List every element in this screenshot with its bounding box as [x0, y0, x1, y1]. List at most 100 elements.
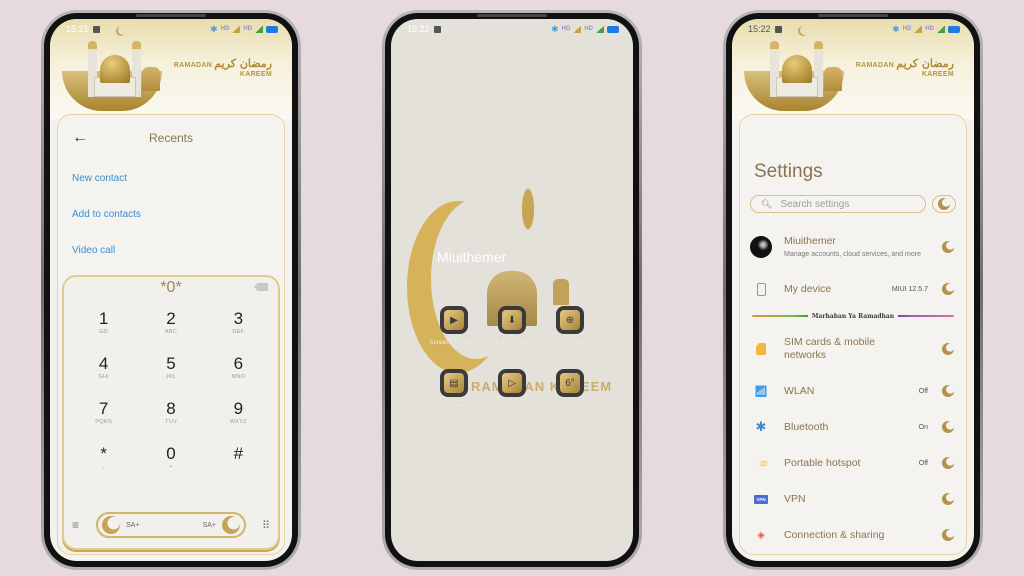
- key-digit: 5: [166, 354, 176, 373]
- bluetooth-icon: ✱: [892, 23, 900, 34]
- theme-profile-button[interactable]: [932, 195, 956, 213]
- key-4[interactable]: 4 GHI: [70, 354, 137, 392]
- video-call-link[interactable]: Video call: [72, 233, 270, 269]
- settings-item-bluetooth[interactable]: ✱ Bluetooth On: [740, 409, 966, 445]
- downloads-icon: ⬇: [498, 306, 526, 334]
- lantern-illustration: [824, 67, 842, 91]
- app-glyph: ⬇: [502, 310, 522, 330]
- settings-item-my-device[interactable]: My device MIUI 12.5.7: [740, 271, 966, 307]
- status-time: 15:22: [407, 24, 430, 34]
- folder-name[interactable]: Miuithemer: [437, 249, 506, 265]
- app-label: Mi Video: [441, 402, 467, 409]
- app-label: Weather: [557, 402, 583, 409]
- search-input[interactable]: 🔍︎ Search settings: [750, 195, 926, 213]
- key-1[interactable]: 1 GD: [70, 309, 137, 347]
- phone-bezel: 15:22 ✱ HD HD RAMADAN KAREEM Miuithemer …: [385, 13, 639, 567]
- status-bar: 15:22 ✱ HD HD: [391, 19, 633, 39]
- settings-item-wlan[interactable]: 📶︎ WLAN Off: [740, 373, 966, 409]
- settings-item-label: Connection & sharing: [784, 528, 885, 541]
- settings-item-value: On: [918, 423, 928, 431]
- key-digit: 1: [98, 309, 109, 328]
- add-to-contacts-link[interactable]: Add to contacts: [72, 197, 270, 233]
- key-3[interactable]: 3 DEF: [205, 309, 272, 347]
- backspace-icon[interactable]: [254, 283, 268, 291]
- dialed-number-text: *0*: [160, 279, 182, 296]
- app-label: Screen Recorder: [429, 339, 479, 346]
- app-play-store[interactable]: ▷ Play Store: [483, 369, 541, 410]
- screen-recorder-icon: ▶: [440, 306, 468, 334]
- key-letters: DEF: [232, 329, 245, 335]
- moon-icon: [938, 198, 950, 210]
- settings-item-sim-cards[interactable]: SIM cards & mobile networks: [740, 325, 966, 373]
- settings-item-hotspot[interactable]: ○○ Portable hotspot Off: [740, 445, 966, 481]
- app-grid: ▶ Screen Recorder ⬇ Downloads ⊕ File Man…: [425, 306, 599, 410]
- app-downloads[interactable]: ⬇ Downloads: [483, 306, 541, 347]
- device-icon: [750, 282, 772, 296]
- signal-icon: [937, 25, 945, 33]
- key-digit: #: [233, 444, 244, 463]
- dialpad: *0* 1 GD 2 ABC 3 DEF 4 GHI 5 JKL 6 MNO 7 PQRS 8…: [62, 275, 280, 550]
- hd-icon: HD: [243, 26, 252, 32]
- key-8[interactable]: 8 TUV: [137, 399, 204, 437]
- key-letters: PQRS: [95, 419, 113, 425]
- settings-item-connection-sharing[interactable]: ◈ Connection & sharing: [740, 517, 966, 553]
- key-5[interactable]: 5 JKL: [137, 354, 204, 392]
- app-mi-video[interactable]: ▤ Mi Video: [425, 369, 483, 410]
- key-9[interactable]: 9 WXYZ: [205, 399, 272, 437]
- hd-icon: HD: [925, 26, 934, 32]
- moon-chevron-icon: [942, 529, 954, 541]
- phone-dialer: 15:21 ✱ HD HD RAMADAN رمضان كريم KAREEM …: [41, 10, 301, 570]
- phone-home: 15:22 ✱ HD HD RAMADAN KAREEM Miuithemer …: [382, 10, 642, 570]
- key-letters: WXYZ: [229, 419, 247, 425]
- key-digit: 6: [233, 354, 244, 373]
- battery-icon: [607, 25, 619, 33]
- vpn-icon: VPN: [754, 494, 768, 504]
- home-screen: 15:22 ✱ HD HD RAMADAN KAREEM Miuithemer …: [391, 19, 633, 561]
- key-7[interactable]: 7 PQRS: [70, 399, 137, 437]
- key-digit: 4: [98, 354, 109, 373]
- key-digit: 2: [166, 309, 176, 328]
- call-sim1-button[interactable]: 1 SA+: [102, 516, 139, 534]
- settings-item-value: MIUI 12.5.7: [891, 285, 928, 293]
- connection-sharing-icon: ◈: [757, 529, 765, 541]
- key-star[interactable]: *,: [70, 444, 137, 482]
- dialpad-toggle-icon[interactable]: ⠿: [254, 519, 270, 532]
- status-bar: 15:22 ✱ HD HD: [732, 19, 974, 39]
- call-sim2-button[interactable]: SA+ 2: [203, 516, 240, 534]
- key-2[interactable]: 2 ABC: [137, 309, 204, 347]
- sim1-moon-icon: 1: [102, 516, 120, 534]
- back-arrow-icon[interactable]: ←: [72, 129, 88, 147]
- key-0[interactable]: 0 +: [137, 444, 204, 482]
- keypad-grid: 1 GD 2 ABC 3 DEF 4 GHI 5 JKL 6 MNO 7 PQRS 8 TUV …: [64, 299, 278, 482]
- signal-icon: [255, 25, 263, 33]
- key-6[interactable]: 6 MNO: [205, 354, 272, 392]
- settings-item-label: VPN: [784, 492, 806, 505]
- wifi-icon: 📶︎: [754, 385, 768, 398]
- app-file-manager[interactable]: ⊕ File Manager: [541, 306, 599, 347]
- earpiece-speaker: [818, 14, 888, 17]
- key-letters: JKL: [165, 374, 177, 380]
- app-weather[interactable]: 6° Weather: [541, 369, 599, 410]
- settings-item-vpn[interactable]: VPN VPN: [740, 481, 966, 517]
- play-store-icon: ▷: [498, 369, 526, 397]
- settings-list: Miuithemer Manage accounts, cloud servic…: [740, 213, 966, 553]
- menu-icon[interactable]: ≡: [72, 518, 88, 532]
- settings-card: Settings 🔍︎ Search settings Miuithemer M…: [739, 114, 967, 555]
- sim-card-icon: [750, 343, 772, 355]
- notification-icon: [92, 25, 100, 33]
- mosque-dome-illustration: [782, 55, 812, 83]
- key-hash[interactable]: #: [205, 444, 272, 482]
- app-screen-recorder[interactable]: ▶ Screen Recorder: [425, 306, 483, 347]
- key-digit: 9: [233, 399, 244, 418]
- new-contact-link[interactable]: New contact: [72, 161, 270, 197]
- settings-item-label: Bluetooth: [784, 420, 829, 433]
- bluetooth-icon: ✱: [210, 23, 218, 34]
- signal-icon: [596, 25, 604, 33]
- settings-item-account[interactable]: Miuithemer Manage accounts, cloud servic…: [740, 223, 966, 271]
- moon-chevron-icon: [942, 421, 954, 433]
- app-glyph: ▶: [444, 310, 464, 330]
- hd-icon: HD: [902, 26, 912, 32]
- app-label: Play Store: [497, 402, 527, 409]
- status-time: 15:21: [66, 24, 89, 34]
- settings-screen: 15:22 ✱ HD HD RAMADAN رمضان كريم KAREEM …: [732, 19, 974, 561]
